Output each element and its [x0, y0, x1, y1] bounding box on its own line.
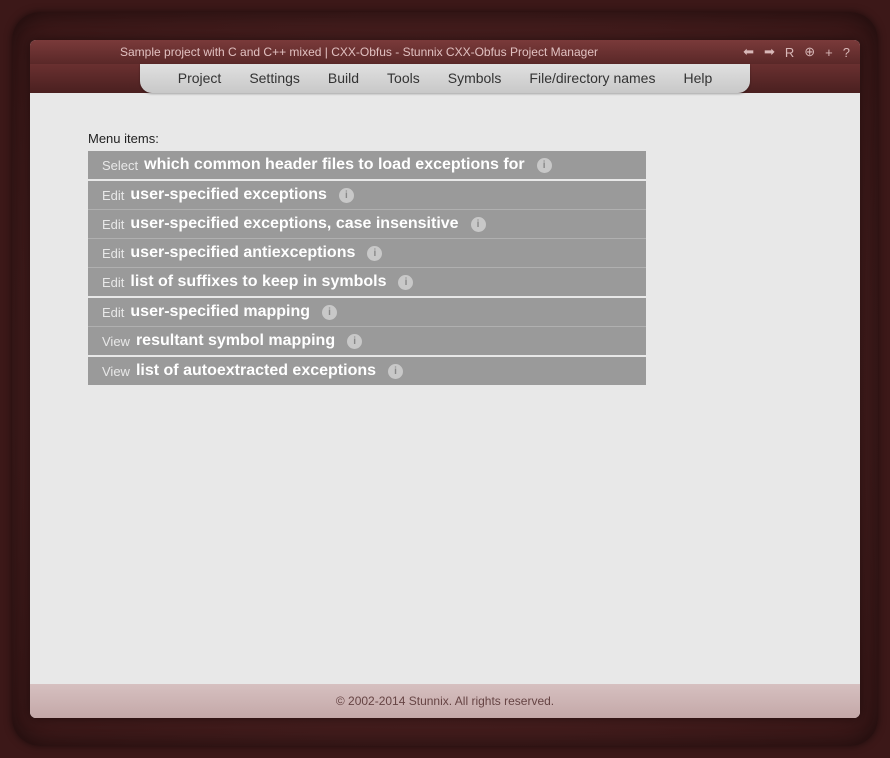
- menubar-item-project[interactable]: Project: [164, 65, 236, 92]
- menu-list: Select which common header files to load …: [88, 151, 646, 387]
- menubar-item-help[interactable]: Help: [669, 65, 726, 92]
- plus-icon[interactable]: +: [825, 45, 833, 60]
- menu-row-text: resultant symbol mapping: [136, 332, 335, 350]
- menu-group: Edit user-specified exceptions i Edit user-s…: [88, 181, 646, 298]
- info-icon[interactable]: i: [388, 364, 403, 379]
- menubar-item-file-directory-names[interactable]: File/directory names: [515, 65, 669, 92]
- footer-text: © 2002-2014 Stunnix. All rights reserved…: [336, 694, 554, 708]
- menu-row-verb: View: [102, 334, 130, 349]
- menu-row-text: user-specified antiexceptions: [130, 244, 355, 262]
- menu-row-verb: Edit: [102, 188, 124, 203]
- outer-frame: Sample project with C and C++ mixed | CX…: [12, 12, 878, 746]
- help-icon[interactable]: ?: [843, 45, 850, 60]
- footer: © 2002-2014 Stunnix. All rights reserved…: [30, 684, 860, 718]
- titlebar-icons: ⬅ ➡ R ⊕ + ?: [743, 44, 850, 60]
- menu-row-text: list of autoextracted exceptions: [136, 362, 376, 380]
- menu-row-verb: Edit: [102, 246, 124, 261]
- menubar-item-symbols[interactable]: Symbols: [434, 65, 516, 92]
- menu-row[interactable]: Edit list of suffixes to keep in symbols i: [88, 268, 646, 296]
- menubar-item-tools[interactable]: Tools: [373, 65, 434, 92]
- menubar-item-build[interactable]: Build: [314, 65, 373, 92]
- zoom-icon[interactable]: ⊕: [804, 44, 815, 60]
- content-area: Menu items: Select which common header fi…: [30, 93, 860, 684]
- menu-row-text: user-specified exceptions: [130, 186, 327, 204]
- menu-row-verb: Select: [102, 158, 138, 173]
- menu-row-verb: Edit: [102, 217, 124, 232]
- menu-group: View list of autoextracted exceptions i: [88, 357, 646, 387]
- menu-row[interactable]: Edit user-specified antiexceptions i: [88, 239, 646, 268]
- menu-row[interactable]: View resultant symbol mapping i: [88, 327, 646, 355]
- menu-row[interactable]: Select which common header files to load …: [88, 151, 646, 179]
- menu-row-text: user-specified mapping: [130, 303, 310, 321]
- menu-row[interactable]: Edit user-specified mapping i: [88, 298, 646, 327]
- menu-row[interactable]: View list of autoextracted exceptions i: [88, 357, 646, 385]
- window-title: Sample project with C and C++ mixed | CX…: [40, 45, 743, 59]
- info-icon[interactable]: i: [347, 334, 362, 349]
- menu-group: Edit user-specified mapping i View resultant…: [88, 298, 646, 357]
- menu-group: Select which common header files to load …: [88, 151, 646, 181]
- info-icon[interactable]: i: [367, 246, 382, 261]
- menu-row-verb: Edit: [102, 305, 124, 320]
- info-icon[interactable]: i: [471, 217, 486, 232]
- menubar: ProjectSettingsBuildToolsSymbolsFile/dir…: [30, 64, 860, 93]
- back-icon[interactable]: ⬅: [743, 44, 754, 60]
- main-window: Sample project with C and C++ mixed | CX…: [30, 40, 860, 718]
- menu-row[interactable]: Edit user-specified exceptions, case inse…: [88, 210, 646, 239]
- menubar-item-settings[interactable]: Settings: [235, 65, 314, 92]
- info-icon[interactable]: i: [398, 275, 413, 290]
- menu-row-verb: View: [102, 364, 130, 379]
- info-icon[interactable]: i: [339, 188, 354, 203]
- content-label: Menu items:: [88, 131, 860, 146]
- forward-icon[interactable]: ➡: [764, 44, 775, 60]
- menu-row-text: list of suffixes to keep in symbols: [130, 273, 386, 291]
- info-icon[interactable]: i: [537, 158, 552, 173]
- menu-row-text: user-specified exceptions, case insensit…: [130, 215, 458, 233]
- titlebar: Sample project with C and C++ mixed | CX…: [30, 40, 860, 64]
- reload-icon[interactable]: R: [785, 45, 794, 60]
- menu-row[interactable]: Edit user-specified exceptions i: [88, 181, 646, 210]
- info-icon[interactable]: i: [322, 305, 337, 320]
- menu-row-verb: Edit: [102, 275, 124, 290]
- menu-row-text: which common header files to load except…: [144, 156, 525, 174]
